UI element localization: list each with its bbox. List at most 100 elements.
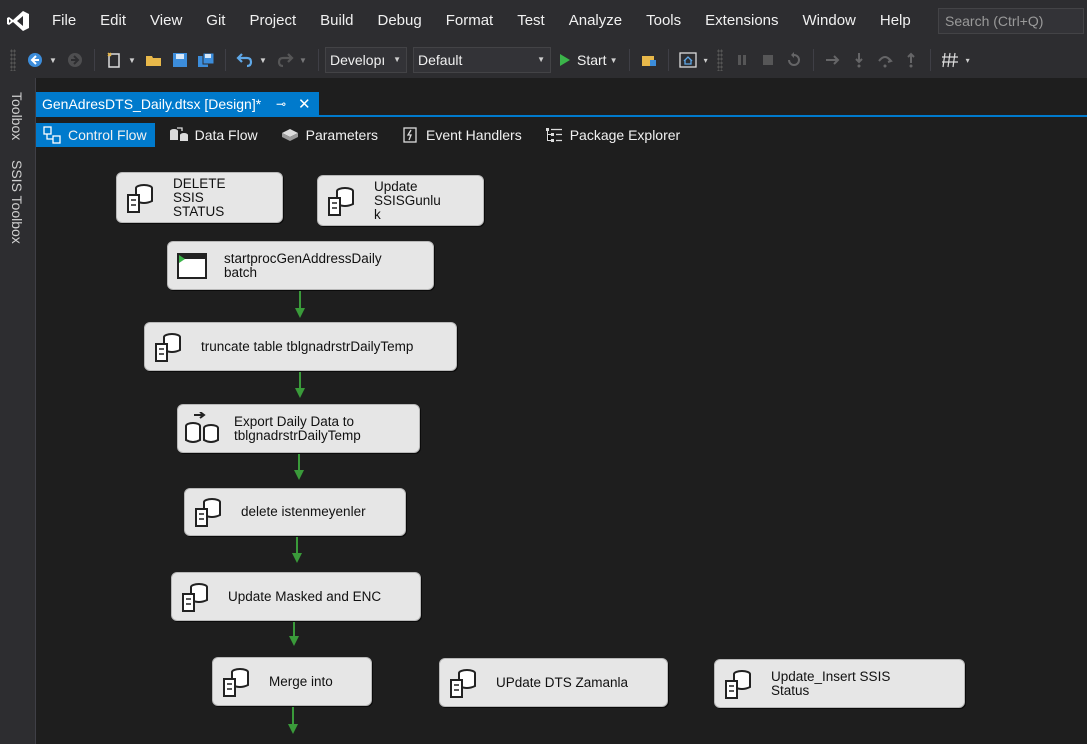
menu-analyze[interactable]: Analyze [557,0,634,42]
task-label: DELETE SSIS STATUS [173,175,226,219]
task-delete-ssis-status[interactable]: DELETE SSIS STATUS [116,172,283,223]
task-label: truncate table tblgnadrstrDailyTemp [201,338,414,354]
task-label: Update_Insert SSIS Status [771,668,891,698]
solution-configuration-select[interactable]: Developı ▼ [325,47,407,73]
start-dropdown-chevron-icon[interactable]: ▼ [609,56,619,65]
menu-tools[interactable]: Tools [634,0,693,42]
search-input[interactable]: Search (Ctrl+Q) [938,8,1084,34]
tab-parameters[interactable]: Parameters [274,123,386,147]
show-next-statement-icon[interactable] [822,46,844,74]
tab-package-explorer[interactable]: Package Explorer [538,123,689,147]
tab-data-flow[interactable]: Data Flow [163,123,266,147]
menu-help[interactable]: Help [868,0,923,42]
toolbar-grip[interactable] [10,49,16,71]
back-navigation-icon[interactable] [24,46,46,74]
forward-navigation-icon[interactable] [64,46,86,74]
task-merge-into[interactable]: Merge into [212,657,372,706]
menu-extensions[interactable]: Extensions [693,0,790,42]
tab-event-handlers[interactable]: Event Handlers [394,123,530,147]
grid-layout-icon[interactable] [939,46,961,74]
new-project-dropdown-chevron-icon[interactable]: ▼ [127,56,137,65]
undo-dropdown-chevron-icon[interactable]: ▼ [258,56,268,65]
tab-data-flow-label: Data Flow [194,127,258,143]
menu-view[interactable]: View [138,0,194,42]
stop-debug-icon[interactable] [757,46,779,74]
ssis-toolbox-tab[interactable]: SSIS Toolbox [9,160,25,244]
new-project-icon[interactable] [103,46,125,74]
save-icon[interactable] [169,46,191,74]
control-flow-icon [42,126,62,144]
menu-git[interactable]: Git [194,0,237,42]
close-tab-icon[interactable]: ✕ [298,92,311,117]
back-dropdown-chevron-icon[interactable]: ▼ [48,56,58,65]
redo-icon[interactable] [274,46,296,74]
menu-test[interactable]: Test [505,0,557,42]
task-label: delete istenmeyenler [241,504,366,519]
parameters-icon [280,126,300,144]
toolbar-separator [225,49,226,71]
package-deploy-icon[interactable] [638,46,660,74]
task-export-daily-data[interactable]: Export Daily Data to tblgnadrstrDailyTem… [177,404,420,453]
sql-task-icon [219,664,255,700]
menu-project[interactable]: Project [237,0,308,42]
task-update-masked-and-enc[interactable]: Update Masked and ENC [171,572,421,621]
open-folder-icon[interactable] [143,46,165,74]
pause-debug-icon[interactable] [731,46,753,74]
solution-configuration-value: Developı [330,52,386,68]
left-tool-strip: Toolbox SSIS Toolbox [0,78,36,744]
task-label: Export Daily Data to tblgnadrstrDailyTem… [234,413,361,443]
task-update-dts-zamanla[interactable]: UPdate DTS Zamanla [439,658,668,707]
sql-task-icon [123,180,159,216]
toolbar-separator [318,49,319,71]
task-label: startprocGenAddressDaily batch [224,250,382,280]
document-tab[interactable]: GenAdresDTS_Daily.dtsx [Design]* ⊸ ✕ [36,92,319,117]
step-over-icon[interactable] [874,46,896,74]
menu-bar: File Edit View Git Project Build Debug F… [0,0,1087,42]
start-button[interactable]: Start [559,46,607,74]
standard-toolbar: ▼ ▼ ▼ ▼ Developı ▼ Default ▼ Start ▼ ▾ ▾ [0,42,1087,78]
solution-platform-select[interactable]: Default ▼ [413,47,551,73]
task-label: Update Masked and ENC [228,588,382,604]
data-flow-task-icon [184,411,220,447]
menu-window[interactable]: Window [791,0,868,42]
task-delete-istenmeyenler[interactable]: delete istenmeyenler [184,488,406,536]
toolbar-separator [94,49,95,71]
toolbar-grip[interactable] [716,49,723,71]
step-out-icon[interactable] [900,46,922,74]
menu-build[interactable]: Build [308,0,365,42]
redo-dropdown-chevron-icon[interactable]: ▼ [298,56,308,65]
task-start-proc-gen-address-daily[interactable]: startprocGenAddressDaily batch [167,241,434,290]
task-update-insert-ssis-status[interactable]: Update_Insert SSIS Status [714,659,965,708]
tab-package-explorer-label: Package Explorer [569,127,681,143]
restart-debug-icon[interactable] [783,46,805,74]
document-tab-title: GenAdresDTS_Daily.dtsx [Design]* [42,96,262,112]
save-all-icon[interactable] [195,46,217,74]
designer-tab-bar: Control Flow Data Flow Parameters Event … [36,120,1087,150]
task-update-ssis-gunluk[interactable]: Update SSISGunlu k [317,175,484,226]
designer-dropdown-chevron-icon[interactable]: ▾ [701,56,711,65]
menu-file[interactable]: File [36,0,88,42]
task-truncate-table[interactable]: truncate table tblgnadrstrDailyTemp [144,322,457,371]
execute-process-icon [174,248,210,284]
sql-task-icon [446,665,482,701]
data-flow-icon [169,126,189,144]
event-handlers-icon [400,126,420,144]
pin-tab-icon[interactable]: ⊸ [276,92,286,117]
task-label: Update SSISGunlu k [374,178,441,222]
visual-studio-logo-icon[interactable] [0,0,36,42]
designer-home-icon[interactable] [677,46,699,74]
tab-control-flow[interactable]: Control Flow [36,123,155,147]
sql-task-icon [191,494,227,530]
menu-format[interactable]: Format [434,0,506,42]
undo-icon[interactable] [234,46,256,74]
toolbar-options-chevron-icon[interactable]: ▾ [963,56,973,65]
menu-edit[interactable]: Edit [88,0,138,42]
step-into-icon[interactable] [848,46,870,74]
sql-task-icon [324,183,360,219]
sql-task-icon [151,329,187,365]
toolbox-tab[interactable]: Toolbox [9,92,25,140]
toolbar-separator [812,49,814,71]
sql-task-icon [721,666,757,702]
menu-debug[interactable]: Debug [366,0,434,42]
tab-event-handlers-label: Event Handlers [425,127,522,143]
